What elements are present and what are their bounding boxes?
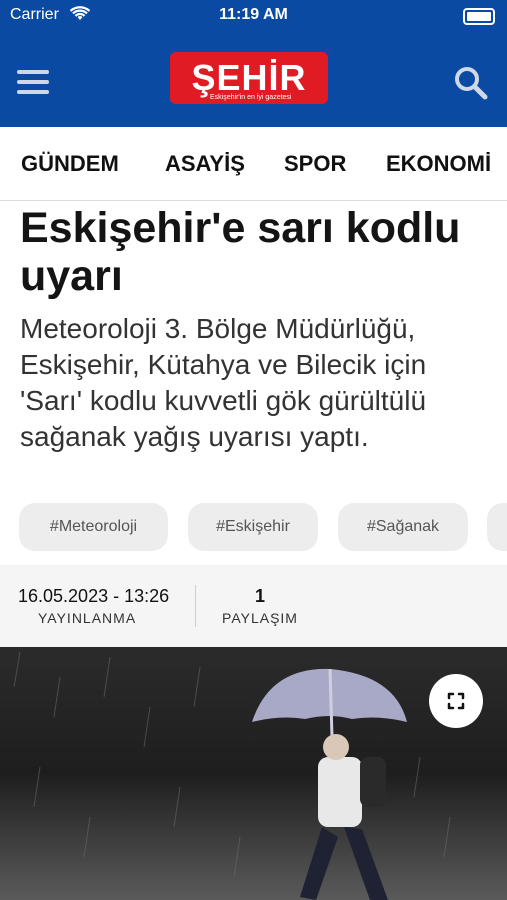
tag-chip[interactable]: #Meteoroloji xyxy=(19,503,168,551)
article-summary: Meteoroloji 3. Bölge Müdürlüğü, Eskişehi… xyxy=(20,313,427,452)
expand-icon[interactable] xyxy=(429,674,483,728)
tab-spor[interactable]: SPOR xyxy=(284,151,346,177)
battery-icon xyxy=(463,8,495,25)
tag-list: #Meteoroloji #Eskişehir #Sağanak xyxy=(19,503,507,551)
tag-chip[interactable]: #Sağanak xyxy=(338,503,468,551)
article-title: Eskişehir'e sarı kodlu uyarı xyxy=(20,204,461,300)
hamburger-menu-icon[interactable] xyxy=(17,68,49,96)
meta-divider xyxy=(195,585,196,627)
tab-gundem[interactable]: GÜNDEM xyxy=(21,151,119,177)
tab-ekonomi[interactable]: EKONOMİ xyxy=(386,151,491,177)
article-meta: 16.05.2023 - 13:26 YAYINLANMA 1 PAYLAŞIM xyxy=(0,565,507,647)
category-tabs: GÜNDEM ASAYİŞ SPOR EKONOMİ xyxy=(0,127,507,201)
tab-asayis[interactable]: ASAYİŞ xyxy=(165,151,245,177)
logo-slogan: Eskişehir'in en iyi gazetesi xyxy=(210,94,292,101)
share-count-label: PAYLAŞIM xyxy=(222,610,298,626)
publish-date: 16.05.2023 - 13:26 xyxy=(18,586,170,606)
status-bar: Carrier 11:19 AM xyxy=(0,0,507,30)
publish-date-label: YAYINLANMA xyxy=(38,610,137,626)
share-count: 1 xyxy=(254,586,265,606)
tag-chip[interactable]: #Eskişehir xyxy=(188,503,318,551)
search-icon[interactable] xyxy=(454,66,488,100)
app-header: Carrier 11:19 AM ŞEHİR Eskişehir'in en i… xyxy=(0,0,507,127)
site-logo[interactable]: ŞEHİR Eskişehir'in en iyi gazetesi xyxy=(170,52,328,112)
clock: 11:19 AM xyxy=(219,6,288,23)
tag-chip-overflow[interactable] xyxy=(487,503,507,551)
